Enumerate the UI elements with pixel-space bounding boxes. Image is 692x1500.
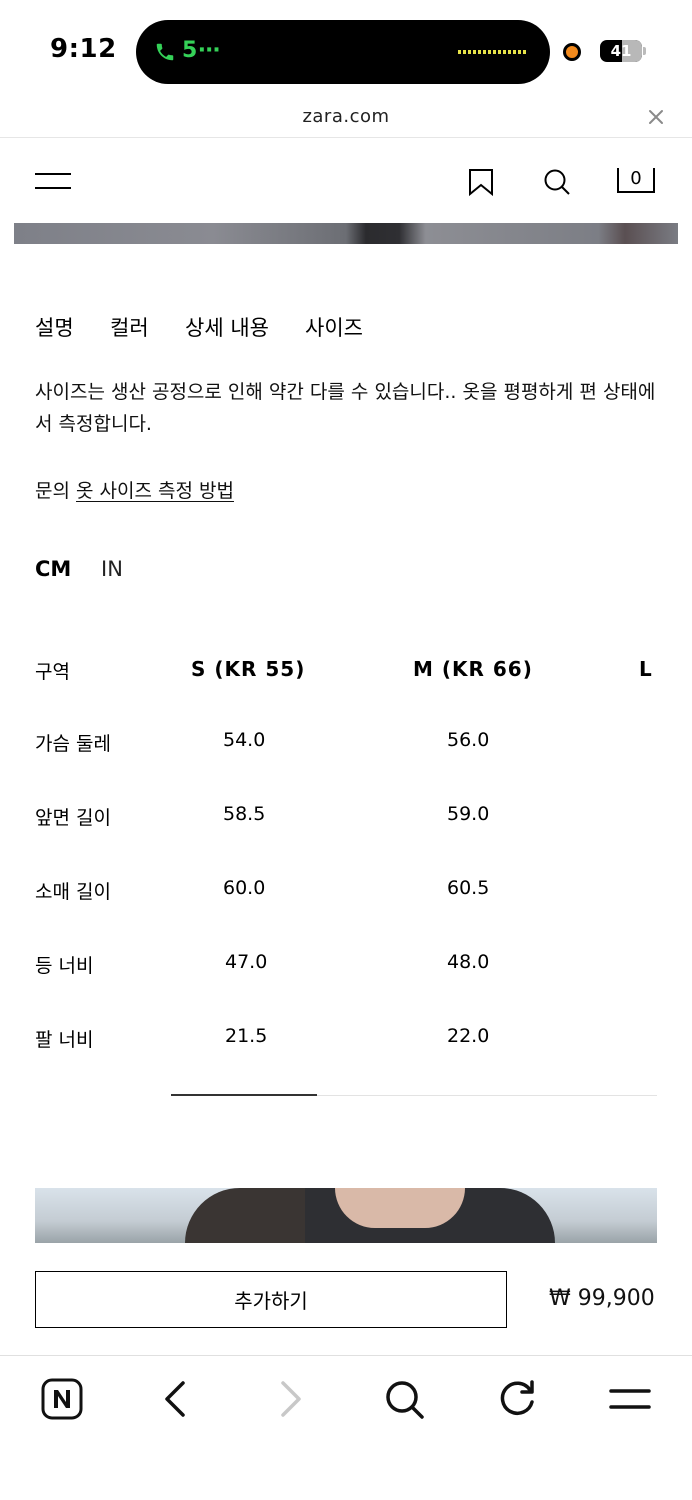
product-image-bottom — [14, 223, 678, 244]
naver-icon[interactable] — [41, 1378, 83, 1420]
recording-indicator — [563, 43, 581, 61]
product-photo[interactable] — [35, 1188, 657, 1243]
unit-in-button[interactable]: IN — [101, 557, 123, 581]
row-label: 앞면 길이 — [35, 807, 111, 829]
phone-icon — [156, 43, 174, 61]
table-cell: 60.5 — [447, 877, 490, 899]
table-header-l: L — [639, 657, 653, 681]
tab-size[interactable]: 사이즈 — [305, 312, 363, 342]
table-cell: 21.5 — [225, 1025, 268, 1047]
row-label: 팔 너비 — [35, 1029, 94, 1051]
url-bar[interactable]: zara.com — [0, 100, 692, 138]
inquiry-prefix: 문의 — [35, 480, 70, 502]
table-cell: 47.0 — [225, 951, 268, 973]
battery-level: 41 — [610, 42, 632, 60]
table-cell: 60.0 — [223, 877, 266, 899]
menu-icon[interactable] — [35, 172, 71, 190]
tab-details[interactable]: 상세 내용 — [185, 312, 269, 342]
row-label: 등 너비 — [35, 955, 94, 977]
add-to-bag-button[interactable]: 추가하기 — [35, 1271, 507, 1328]
table-header-area: 구역 — [35, 661, 70, 683]
table-cell: 58.5 — [223, 803, 266, 825]
refresh-icon[interactable] — [496, 1378, 538, 1420]
search-icon[interactable] — [543, 168, 571, 196]
size-description: 사이즈는 생산 공정으로 인해 약간 다를 수 있습니다.. 옷을 평평하게 편… — [35, 381, 656, 435]
inquiry-line: 문의 옷 사이즈 측정 방법 — [35, 476, 234, 503]
table-cell: 59.0 — [447, 803, 490, 825]
table-header-s: S (KR 55) — [191, 657, 306, 681]
tab-color[interactable]: 컬러 — [110, 312, 149, 342]
table-scroll-thumb[interactable] — [171, 1094, 317, 1096]
table-cell: 56.0 — [447, 729, 490, 751]
url-text[interactable]: zara.com — [0, 106, 692, 127]
dynamic-island[interactable]: 5⋯ — [136, 20, 550, 84]
browser-toolbar — [0, 1355, 692, 1500]
status-time: 9:12 — [50, 34, 117, 64]
table-header-m: M (KR 66) — [413, 657, 533, 681]
tab-description[interactable]: 설명 — [35, 312, 74, 342]
bag-count[interactable]: 0 — [617, 168, 655, 189]
search-icon[interactable] — [383, 1378, 425, 1420]
row-label: 소매 길이 — [35, 881, 111, 903]
status-bar: 9:12 5⋯ 41 — [0, 0, 692, 100]
site-header: 0 — [0, 139, 692, 223]
product-price: ₩ 99,900 — [549, 1286, 655, 1311]
battery-icon: 41 — [600, 40, 642, 62]
close-icon[interactable] — [648, 109, 664, 125]
table-cell: 48.0 — [447, 951, 490, 973]
menu-icon[interactable] — [609, 1378, 651, 1420]
bookmark-icon[interactable] — [467, 168, 495, 196]
call-timer: 5⋯ — [182, 38, 222, 63]
table-cell: 54.0 — [223, 729, 266, 751]
back-icon[interactable] — [155, 1378, 197, 1420]
row-label: 가슴 둘레 — [35, 733, 111, 755]
unit-cm-button[interactable]: CM — [35, 557, 71, 581]
table-cell: 22.0 — [447, 1025, 490, 1047]
measure-guide-link[interactable]: 옷 사이즈 측정 방법 — [76, 480, 234, 502]
audio-waveform — [458, 50, 528, 54]
forward-icon[interactable] — [269, 1378, 311, 1420]
